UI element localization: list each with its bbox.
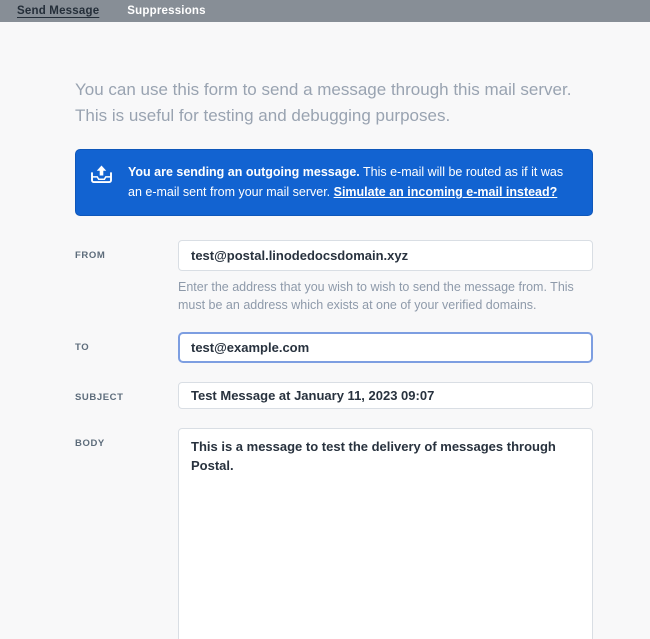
send-message-form: FROM Enter the address that you wish to … xyxy=(75,240,593,639)
subject-row: SUBJECT xyxy=(75,382,593,409)
body-textarea[interactable]: This is a message to test the delivery o… xyxy=(178,428,593,639)
body-label: BODY xyxy=(75,428,178,449)
body-row: BODY This is a message to test the deliv… xyxy=(75,428,593,639)
from-label: FROM xyxy=(75,240,178,261)
intro-text: You can use this form to send a message … xyxy=(75,77,583,128)
tab-suppressions[interactable]: Suppressions xyxy=(127,5,205,17)
subject-label: SUBJECT xyxy=(75,382,178,403)
outbox-icon xyxy=(90,165,113,184)
to-row: TO xyxy=(75,332,593,363)
subject-input[interactable] xyxy=(178,382,593,409)
from-input[interactable] xyxy=(178,240,593,271)
main-content: You can use this form to send a message … xyxy=(0,77,650,639)
from-row: FROM Enter the address that you wish to … xyxy=(75,240,593,316)
alert-message: You are sending an outgoing message. Thi… xyxy=(128,162,578,203)
tab-bar: Send Message Suppressions xyxy=(0,0,650,22)
to-label: TO xyxy=(75,332,178,353)
outgoing-message-alert: You are sending an outgoing message. Thi… xyxy=(75,149,593,216)
alert-bold-text: You are sending an outgoing message. xyxy=(128,165,360,179)
tab-send-message[interactable]: Send Message xyxy=(17,5,99,17)
from-help-text: Enter the address that you wish to wish … xyxy=(178,278,598,316)
simulate-incoming-link[interactable]: Simulate an incoming e-mail instead? xyxy=(334,185,558,199)
to-input[interactable] xyxy=(178,332,593,363)
